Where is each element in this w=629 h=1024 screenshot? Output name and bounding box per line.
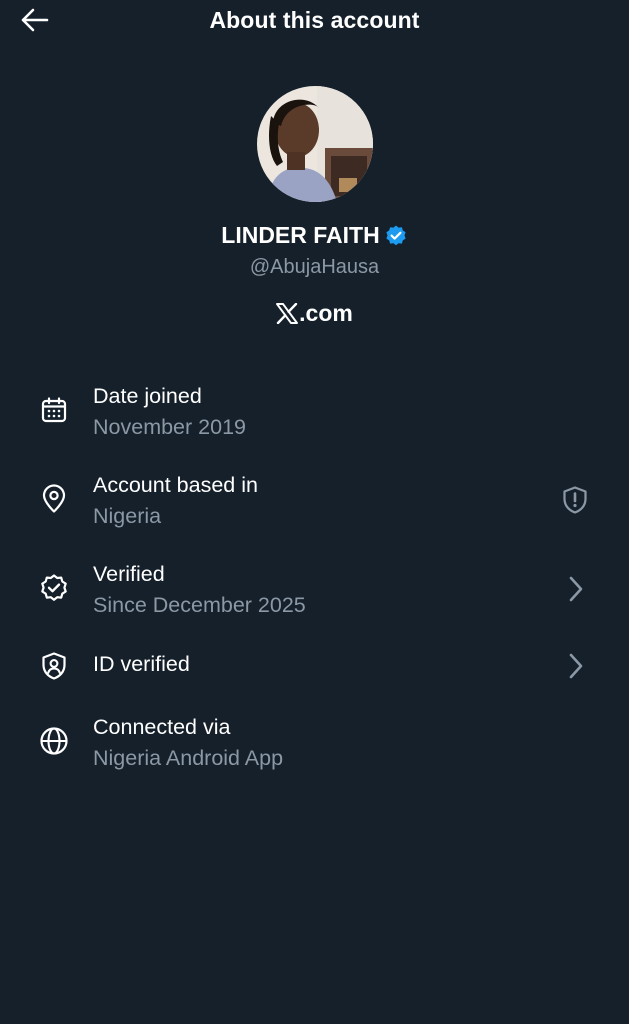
site-link[interactable]: .com: [0, 300, 629, 327]
x-logo-icon: [276, 303, 299, 324]
top-bar: About this account: [0, 0, 629, 44]
row-subtitle: Nigeria: [93, 504, 162, 528]
location-pin-icon: [38, 483, 70, 515]
globe-icon: [38, 725, 70, 757]
verified-row[interactable]: Verified Since December 2025: [0, 558, 629, 622]
row-title: Verified: [93, 562, 165, 586]
row-subtitle: Since December 2025: [93, 593, 306, 617]
connected-via-row: Connected via Nigeria Android App: [0, 711, 629, 775]
about-account-screen: About this account LINDER FAITH @AbujaHa…: [0, 0, 629, 1024]
date-joined-row: Date joined November 2019: [0, 380, 629, 444]
row-subtitle: Nigeria Android App: [93, 746, 284, 770]
row-title: Date joined: [93, 384, 202, 408]
shield-alert-icon[interactable]: [560, 485, 590, 515]
id-shield-icon: [38, 650, 70, 682]
avatar-photo: [257, 86, 373, 202]
verified-check-icon: [38, 572, 70, 604]
verified-badge-icon: [386, 225, 406, 245]
page-title: About this account: [209, 7, 420, 33]
chevron-right-icon[interactable]: [561, 651, 591, 681]
row-title: Account based in: [93, 473, 258, 497]
calendar-icon: [38, 394, 70, 426]
display-name-row: LINDER FAITH: [0, 222, 629, 249]
row-title: Connected via: [93, 715, 231, 739]
account-handle: @AbujaHausa: [249, 256, 380, 278]
avatar[interactable]: [257, 86, 373, 202]
account-based-in-row: Account based in Nigeria: [0, 469, 629, 533]
display-name: LINDER FAITH: [221, 222, 380, 248]
chevron-right-icon[interactable]: [561, 574, 591, 604]
id-verified-row[interactable]: ID verified: [0, 647, 629, 687]
row-subtitle: November 2019: [93, 415, 246, 439]
row-title: ID verified: [93, 652, 190, 676]
site-text: .com: [299, 300, 353, 326]
